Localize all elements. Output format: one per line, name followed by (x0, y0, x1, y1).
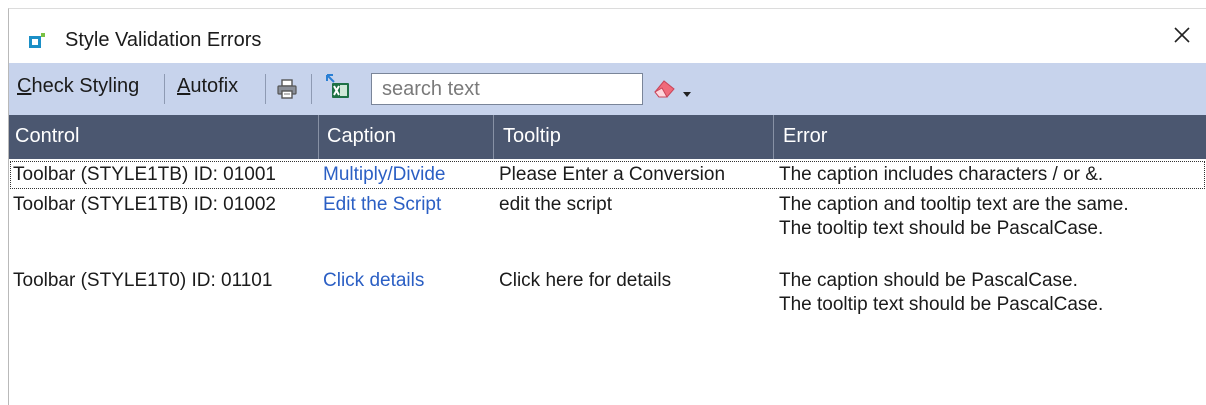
autofix-accel: A (177, 75, 191, 97)
printer-icon[interactable] (275, 77, 299, 101)
toolbar-separator (311, 74, 312, 104)
window-title: Style Validation Errors (65, 29, 262, 51)
error-line: The caption should be PascalCase. (779, 270, 1078, 291)
tooltip-cell: Click here for details (499, 270, 672, 291)
column-divider[interactable] (493, 115, 494, 159)
error-line: The tooltip text should be PascalCase. (779, 218, 1104, 239)
control-cell: Toolbar (STYLE1TB) ID: 01001 (13, 164, 276, 185)
toolbar-separator (164, 74, 165, 104)
dropdown-arrow-icon[interactable] (682, 91, 692, 99)
error-line: The caption includes characters / or &. (779, 164, 1104, 185)
check-styling-accel: C (17, 75, 32, 97)
table-row[interactable]: Toolbar (STYLE1TB) ID: 01001 Multiply/Di… (9, 160, 1206, 190)
autofix-label: utofix (190, 75, 239, 97)
excel-export-icon[interactable] (323, 73, 351, 103)
column-divider[interactable] (773, 115, 774, 159)
style-validation-window: Style Validation Errors Check Styling Au… (8, 8, 1206, 405)
check-styling-label: heck Styling (31, 75, 140, 97)
title-bar: Style Validation Errors (9, 9, 1206, 63)
check-styling-button[interactable]: Check Styling (17, 75, 139, 98)
control-cell: Toolbar (STYLE1TB) ID: 01002 (13, 194, 276, 215)
table-row[interactable]: Toolbar (STYLE1TB) ID: 01002 Edit the Sc… (9, 190, 1206, 252)
caption-cell[interactable]: Multiply/Divide (323, 163, 445, 187)
control-cell: Toolbar (STYLE1T0) ID: 01101 (13, 270, 273, 291)
eraser-icon[interactable] (651, 75, 679, 101)
column-header-caption[interactable]: Caption (327, 125, 396, 148)
error-line: The caption and tooltip text are the sam… (779, 194, 1129, 215)
error-line: The tooltip text should be PascalCase. (779, 294, 1104, 315)
tooltip-cell: Please Enter a Conversion (499, 164, 726, 185)
column-header-control[interactable]: Control (15, 125, 79, 148)
error-cell: The caption and tooltip text are the sam… (779, 193, 1129, 241)
column-header-error[interactable]: Error (783, 125, 827, 148)
toolbar: Check Styling Autofix (9, 63, 1206, 115)
autofix-button[interactable]: Autofix (177, 75, 238, 98)
column-divider[interactable] (318, 115, 319, 159)
column-header-tooltip[interactable]: Tooltip (503, 125, 561, 148)
close-icon[interactable] (1170, 23, 1194, 47)
table-row[interactable]: Toolbar (STYLE1T0) ID: 01101 Click detai… (9, 252, 1206, 317)
caption-cell[interactable]: Click details (323, 269, 424, 293)
toolbar-separator (265, 74, 266, 104)
tooltip-cell: edit the script (499, 194, 612, 215)
error-cell: The caption should be PascalCase. The to… (779, 269, 1103, 317)
app-icon (29, 33, 45, 48)
error-cell: The caption includes characters / or &. (779, 163, 1103, 187)
table-header: Control Caption Tooltip Error (9, 115, 1206, 159)
caption-cell[interactable]: Edit the Script (323, 193, 441, 217)
search-input[interactable] (371, 73, 643, 105)
